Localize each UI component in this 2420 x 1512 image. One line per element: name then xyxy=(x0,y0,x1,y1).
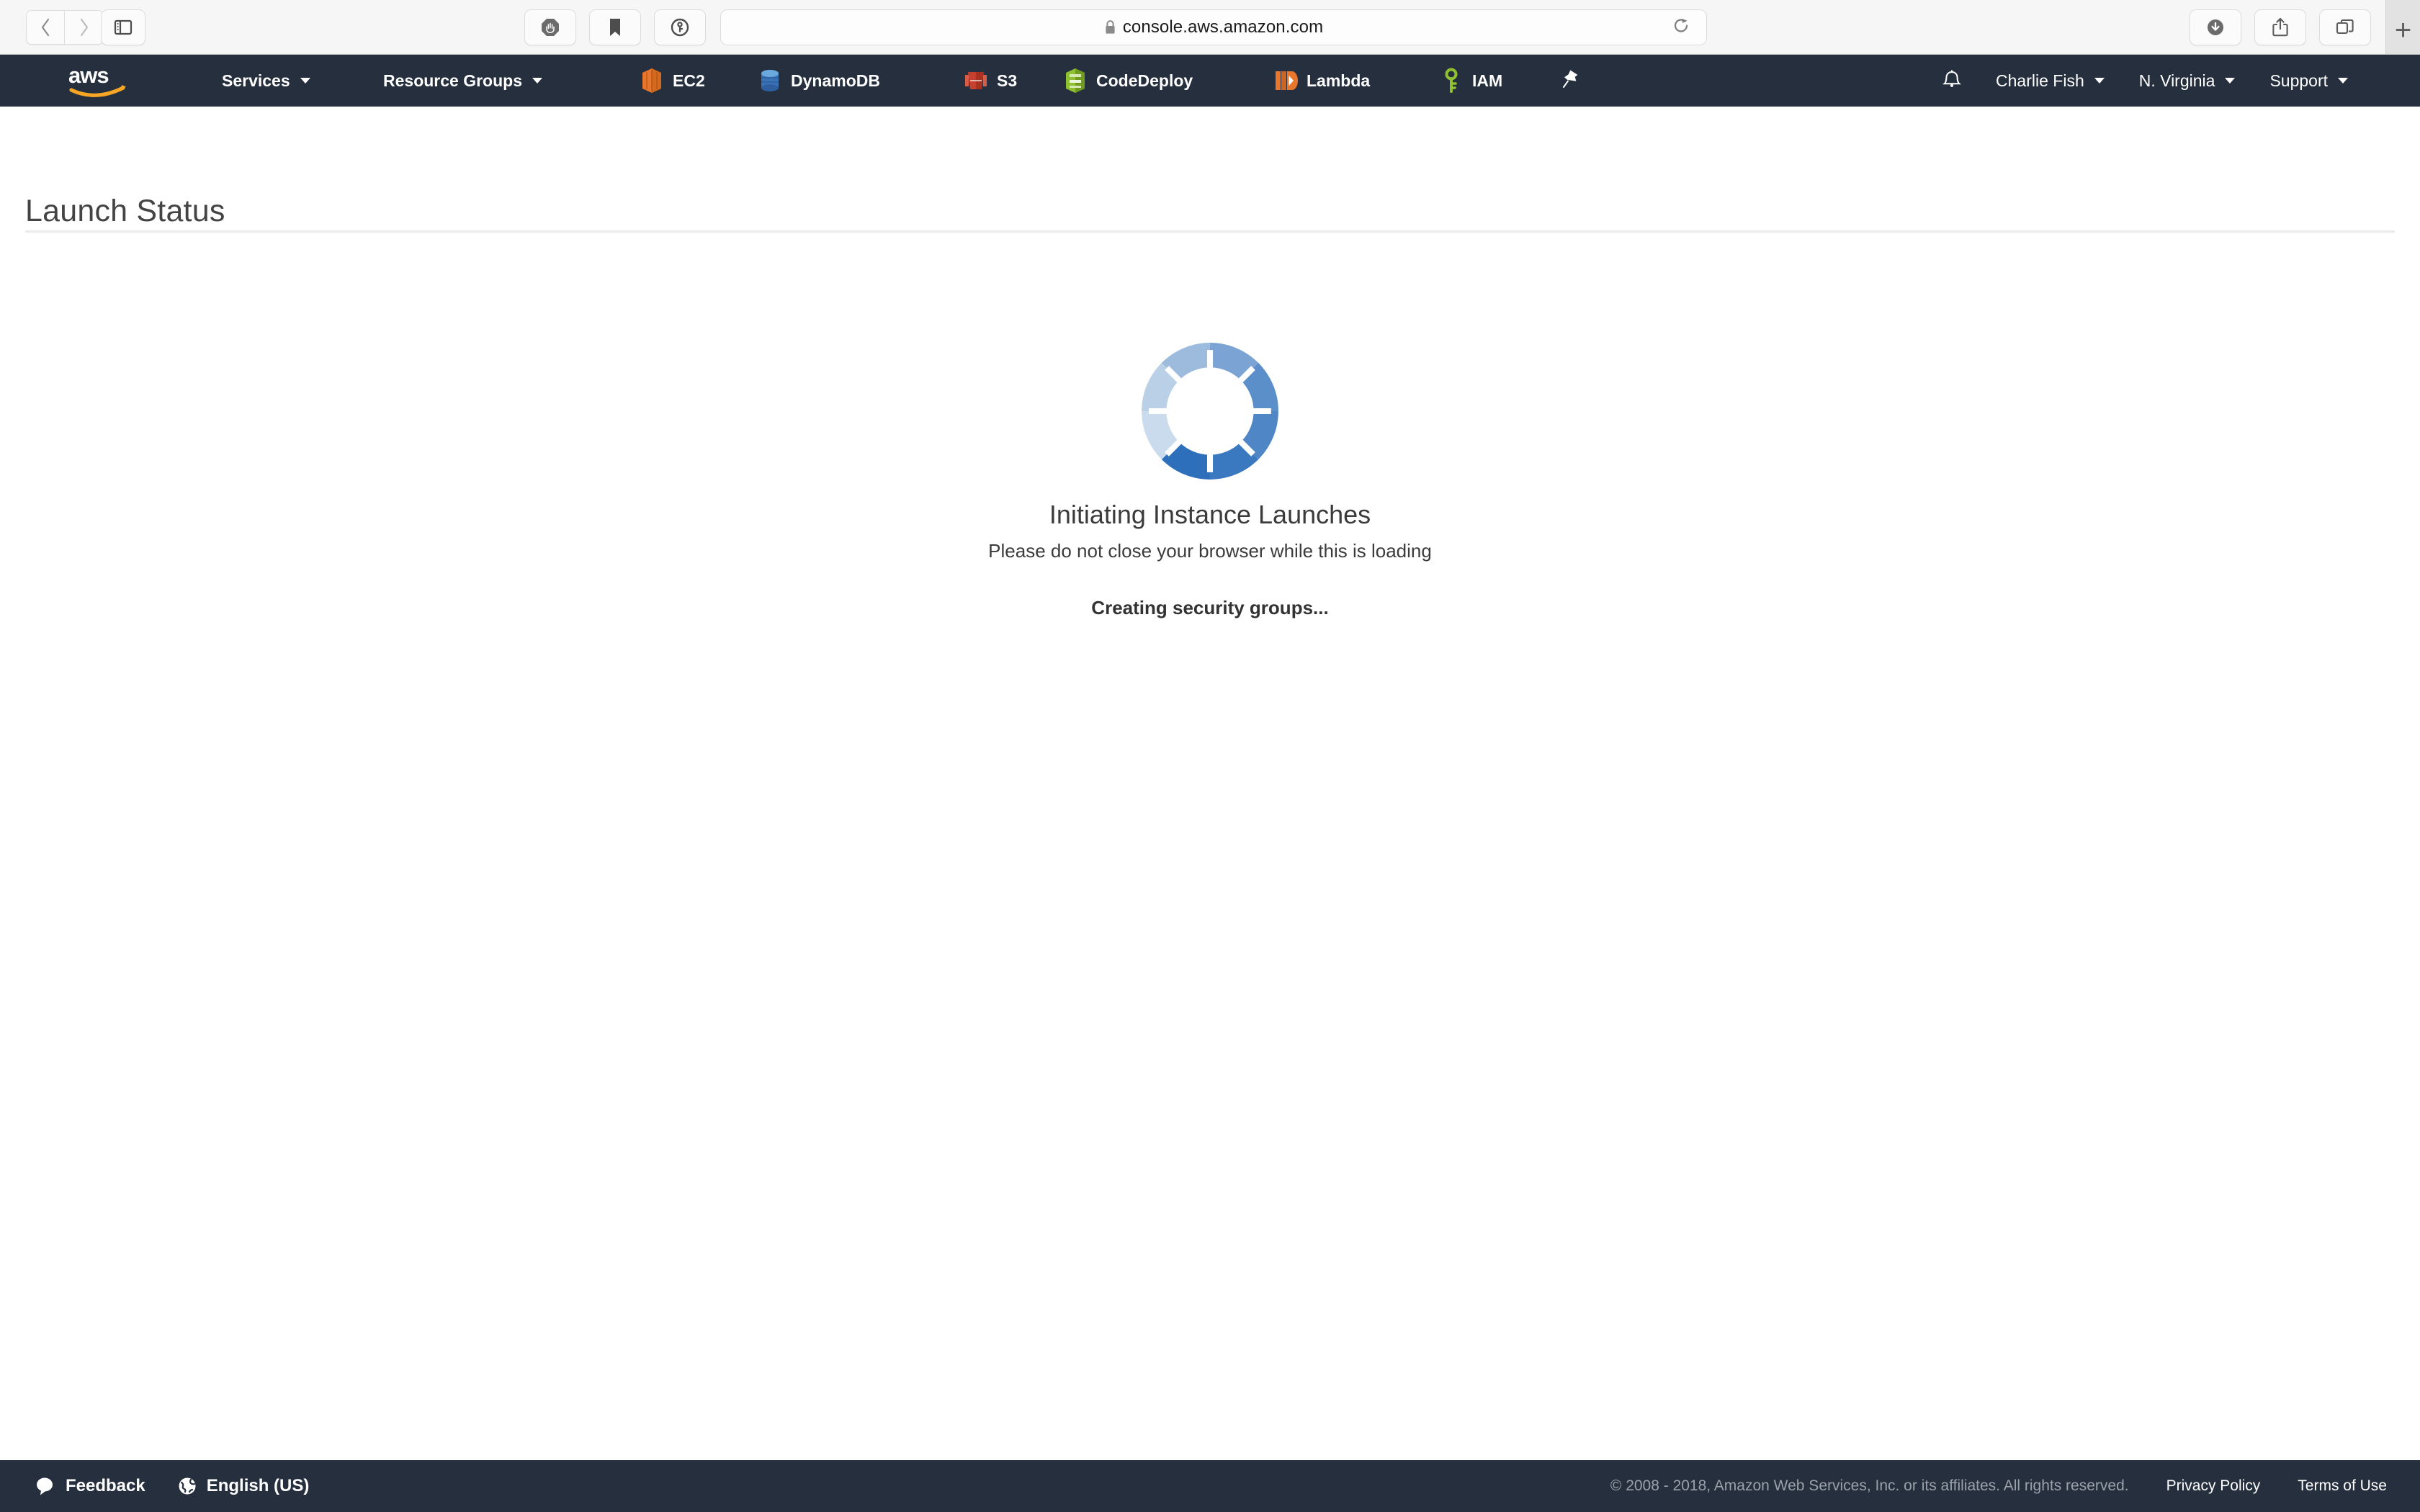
status-subtext: Please do not close your browser while t… xyxy=(988,540,1432,562)
spinner-segment xyxy=(1142,362,1180,412)
adblock-icon xyxy=(542,19,559,36)
nav-resource-groups-label: Resource Groups xyxy=(383,71,522,90)
download-icon xyxy=(2208,19,2223,35)
bookmark-extension-button[interactable] xyxy=(589,9,641,45)
tab-overview-button[interactable] xyxy=(2319,9,2371,45)
browser-forward-button[interactable] xyxy=(65,10,104,45)
lambda-icon xyxy=(1276,71,1298,90)
loading-spinner xyxy=(1142,343,1278,480)
chevron-down-icon xyxy=(300,78,310,84)
nav-shortcut-s3[interactable]: S3 xyxy=(964,55,1017,107)
nav-shortcut-codedeploy[interactable]: CodeDeploy xyxy=(1063,55,1193,107)
url-text: console.aws.amazon.com xyxy=(1122,17,1324,37)
s3-icon xyxy=(965,72,987,89)
aws-navbar: aws Services Resource Groups EC2 DynamoD… xyxy=(0,55,2420,107)
reload-button[interactable] xyxy=(1672,17,1690,39)
nav-support-label: Support xyxy=(2269,71,2328,90)
nav-shortcut-iam-label: IAM xyxy=(1472,71,1503,90)
new-tab-label: + xyxy=(2394,14,2412,46)
chevron-right-icon xyxy=(80,18,88,37)
aws-logo-icon: aws xyxy=(68,63,126,97)
share-icon xyxy=(2272,17,2288,37)
password-manager-extension-button[interactable] xyxy=(654,9,706,45)
privacy-policy-link[interactable]: Privacy Policy xyxy=(2166,1477,2261,1495)
dynamodb-icon xyxy=(761,70,779,91)
status-heading: Initiating Instance Launches xyxy=(1049,500,1371,529)
spinner-segment xyxy=(1240,410,1278,460)
tabs-icon xyxy=(2336,19,2354,35)
url-bar[interactable]: console.aws.amazon.com xyxy=(720,9,1707,45)
nav-shortcut-dynamodb[interactable]: DynamoDB xyxy=(758,55,880,107)
nav-shortcut-ec2[interactable]: EC2 xyxy=(640,55,705,107)
notifications-button[interactable] xyxy=(1925,55,1978,107)
nav-region-menu[interactable]: N. Virginia xyxy=(2122,55,2253,107)
chevron-down-icon xyxy=(2225,78,2236,84)
status-step: Creating security groups... xyxy=(1091,597,1329,618)
svg-text:aws: aws xyxy=(68,63,109,88)
url-display: console.aws.amazon.com xyxy=(1104,17,1323,37)
nav-shortcut-lambda[interactable]: Lambda xyxy=(1273,55,1370,107)
chevron-down-icon xyxy=(2094,78,2105,84)
new-tab-button[interactable]: + xyxy=(2385,0,2420,54)
nav-shortcut-ec2-label: EC2 xyxy=(673,71,705,90)
sidebar-icon xyxy=(114,19,133,35)
nav-account-menu[interactable]: Charlie Fish xyxy=(1978,55,2122,107)
copyright-text: © 2008 - 2018, Amazon Web Services, Inc.… xyxy=(1610,1477,2129,1494)
bell-icon xyxy=(1942,70,1961,87)
nav-services-label: Services xyxy=(222,71,290,90)
downloads-button[interactable] xyxy=(2190,9,2241,45)
spinner-segment xyxy=(1161,343,1211,381)
nav-services[interactable]: Services xyxy=(222,55,310,107)
chevron-down-icon xyxy=(2338,78,2348,84)
spinner-segment xyxy=(1209,343,1259,381)
iam-icon xyxy=(1445,68,1458,93)
chevron-down-icon xyxy=(532,78,542,84)
language-button[interactable]: English (US) xyxy=(177,1476,310,1496)
spinner-segment xyxy=(1161,441,1211,480)
nav-shortcut-lambda-label: Lambda xyxy=(1307,71,1371,90)
title-divider xyxy=(25,230,2395,233)
terms-of-use-link[interactable]: Terms of Use xyxy=(2298,1477,2387,1495)
ec2-icon xyxy=(642,68,661,93)
nav-account-label: Charlie Fish xyxy=(1996,71,2084,90)
footer-left-group: Feedback English (US) xyxy=(35,1476,309,1496)
nav-shortcut-iam[interactable]: IAM xyxy=(1439,55,1502,107)
feedback-label: Feedback xyxy=(66,1476,145,1495)
speech-bubble-icon xyxy=(37,1477,53,1495)
sidebar-toggle-button[interactable] xyxy=(101,9,145,45)
nav-resource-groups[interactable]: Resource Groups xyxy=(383,55,542,107)
key-circle-icon xyxy=(671,18,689,37)
share-button[interactable] xyxy=(2254,9,2306,45)
nav-region-label: N. Virginia xyxy=(2138,71,2215,90)
lock-icon xyxy=(1106,20,1115,34)
footer-right-group: © 2008 - 2018, Amazon Web Services, Inc.… xyxy=(1610,1477,2387,1495)
nav-shortcut-s3-label: S3 xyxy=(997,71,1018,90)
spinner-segment xyxy=(1142,410,1180,460)
aws-footer: Feedback English (US) © 2008 - 2018, Ama… xyxy=(0,1460,2420,1512)
nav-support-menu[interactable]: Support xyxy=(2252,55,2365,107)
browser-chrome: console.aws.amazon.com + xyxy=(0,0,2420,55)
spinner-segment xyxy=(1240,362,1278,412)
spinner-segment xyxy=(1209,441,1259,480)
launch-status-block: Initiating Instance Launches Please do n… xyxy=(0,338,2420,619)
reload-icon xyxy=(1674,19,1688,32)
bookmark-icon xyxy=(610,19,620,36)
globe-icon xyxy=(179,1477,196,1495)
aws-logo[interactable]: aws xyxy=(68,63,148,99)
nav-shortcut-codedeploy-label: CodeDeploy xyxy=(1096,71,1193,90)
language-label: English (US) xyxy=(206,1476,310,1495)
codedeploy-icon xyxy=(1066,68,1085,93)
adblock-extension-button[interactable] xyxy=(524,9,576,45)
pin-icon xyxy=(1563,70,1578,88)
nav-pin-shortcuts-button[interactable] xyxy=(1557,55,1582,107)
navbar-right-group: Charlie Fish N. Virginia Support xyxy=(1925,55,2420,107)
page-title: Launch Status xyxy=(25,193,225,228)
chevron-left-icon xyxy=(41,18,50,37)
nav-shortcut-dynamodb-label: DynamoDB xyxy=(791,71,880,90)
browser-back-button[interactable] xyxy=(26,10,65,45)
feedback-button[interactable]: Feedback xyxy=(35,1476,145,1496)
